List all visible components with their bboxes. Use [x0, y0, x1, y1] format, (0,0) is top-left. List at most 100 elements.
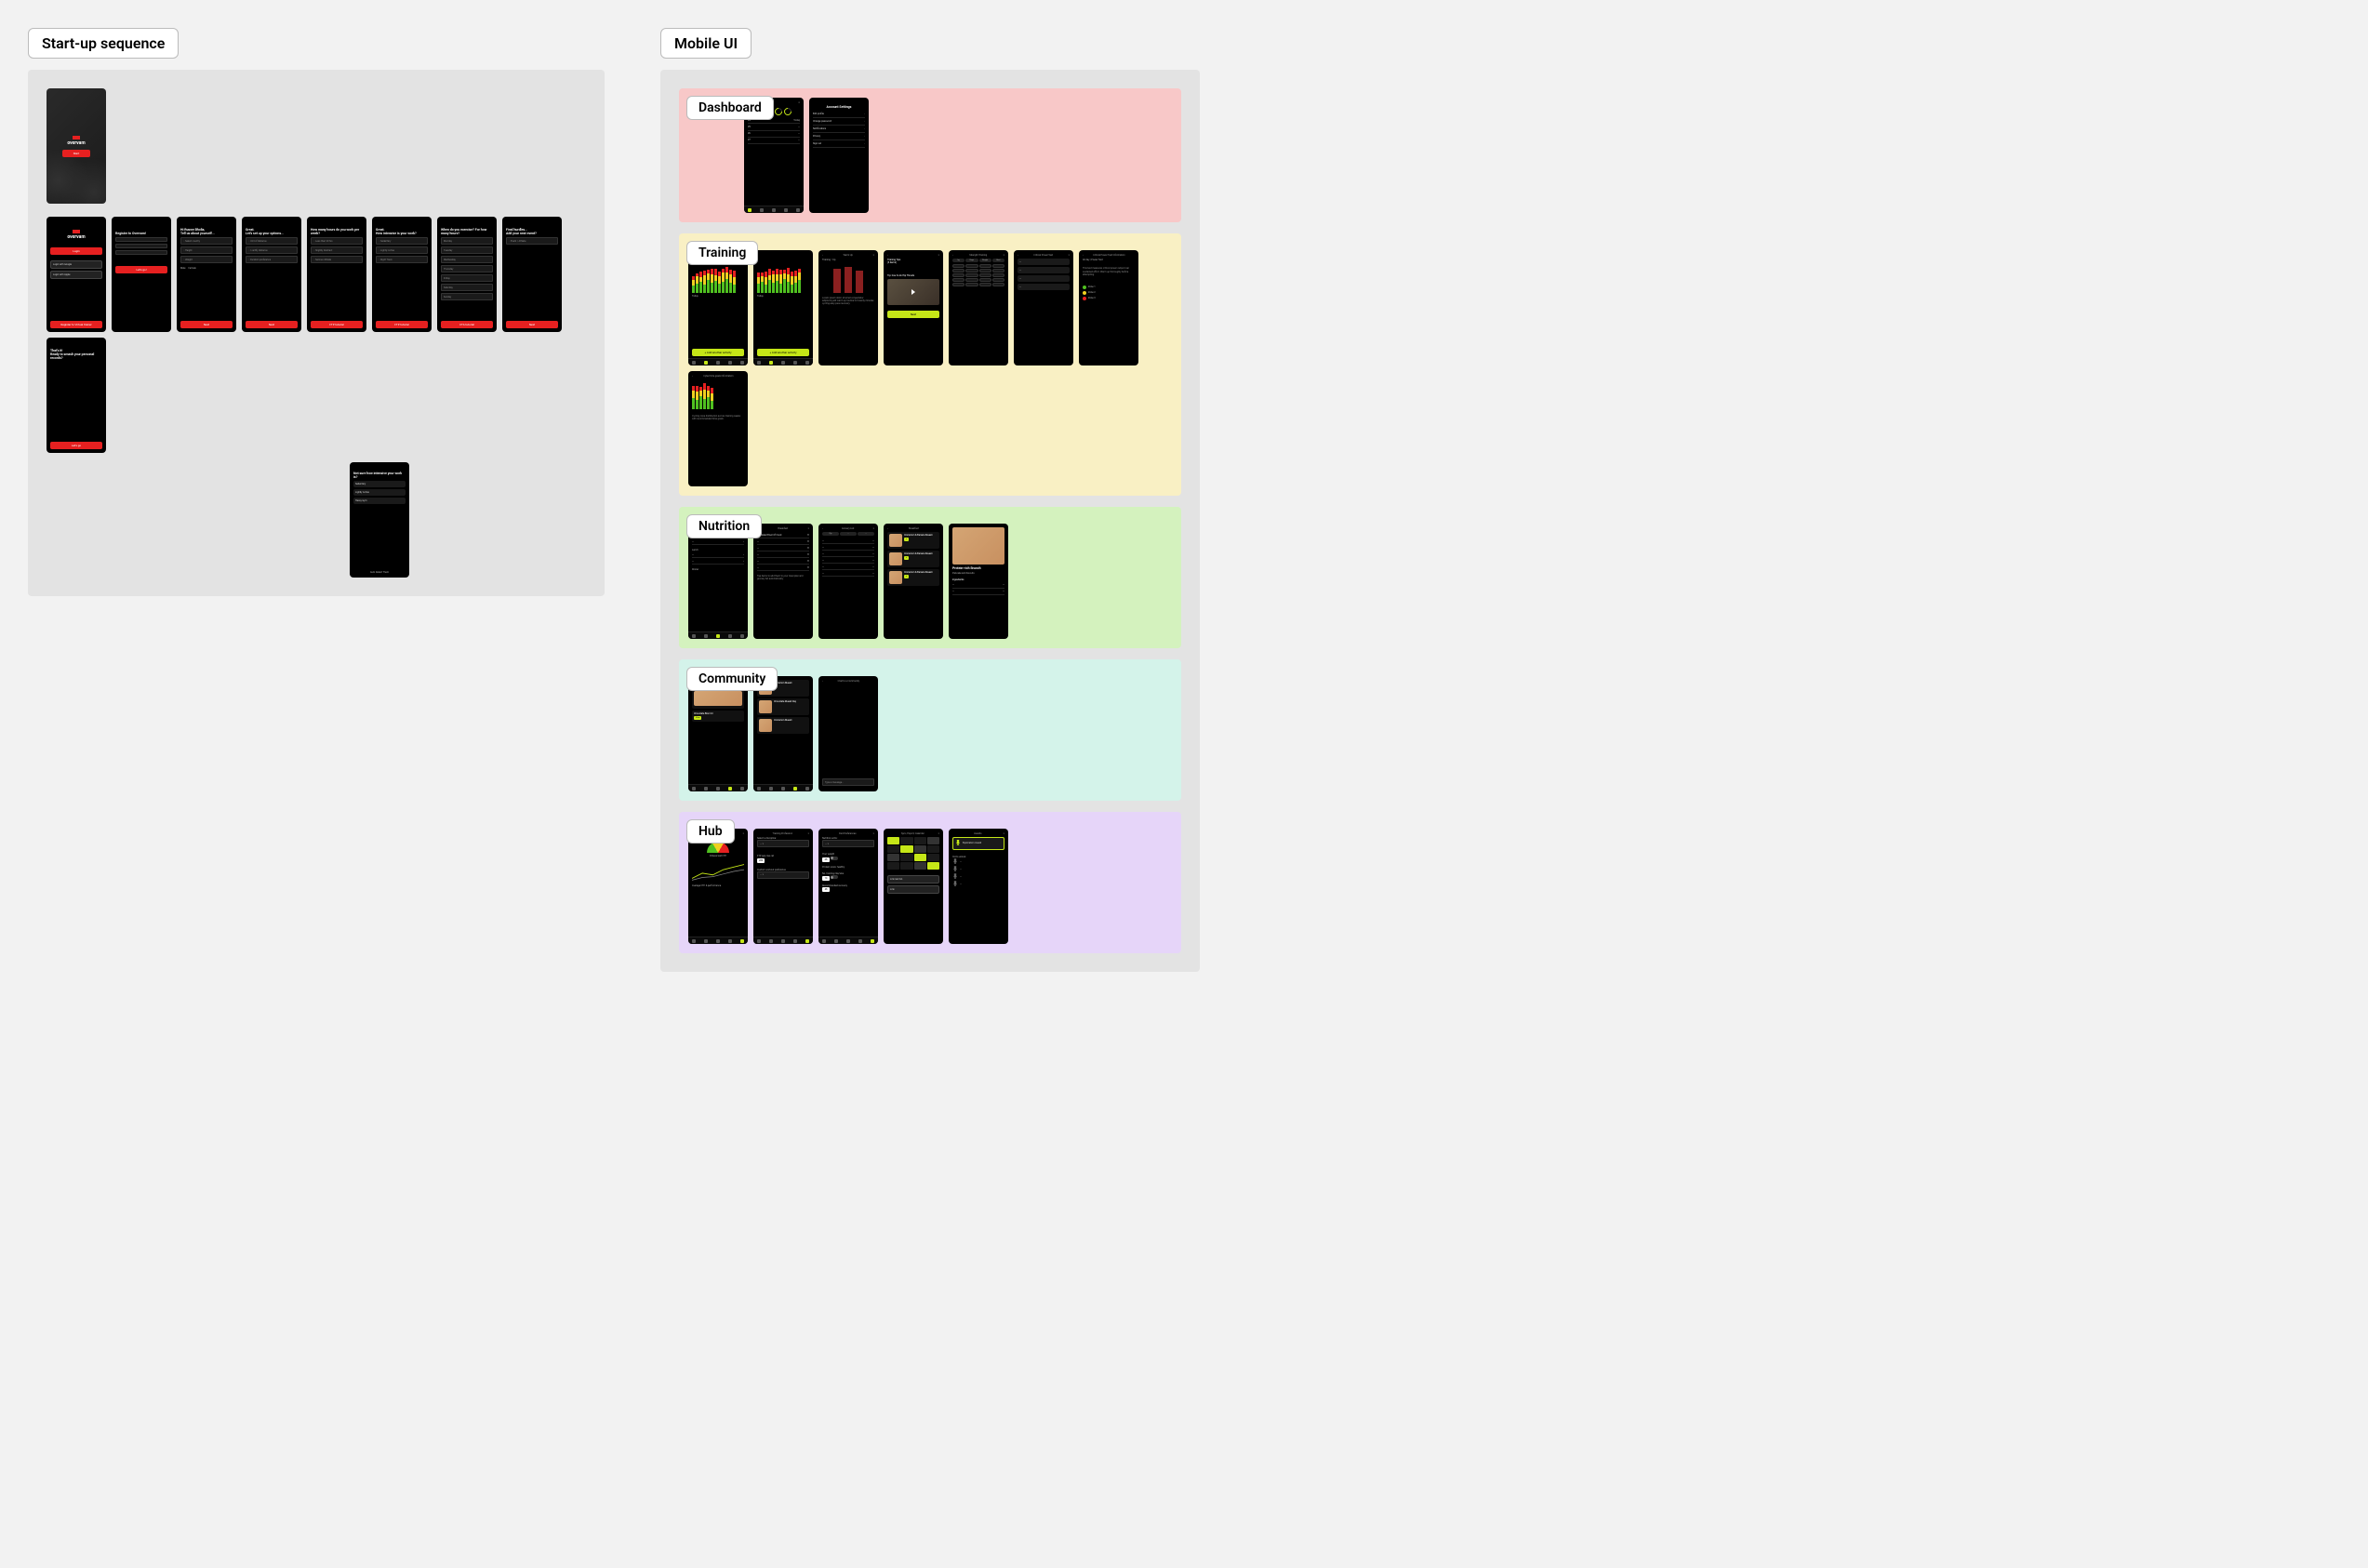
- tab-icon[interactable]: [728, 787, 732, 791]
- event-input[interactable]: Event / Athlete: [506, 237, 558, 245]
- discipline-select[interactable]: — ▾: [757, 840, 809, 847]
- email-field[interactable]: [115, 237, 167, 242]
- add-activity-button[interactable]: + Add another activity: [692, 349, 744, 356]
- cal-cell[interactable]: [914, 837, 926, 844]
- back-icon[interactable]: ‹: [887, 527, 888, 530]
- tab-icon[interactable]: [740, 361, 744, 365]
- post-card[interactable]: Chocolate Muesli Day: [757, 698, 809, 715]
- day-monday[interactable]: Monday: [441, 237, 493, 245]
- strength-cell[interactable]: [965, 283, 978, 286]
- day-number[interactable]: 26: [748, 132, 751, 135]
- login-google-button[interactable]: Login with Google: [50, 260, 102, 269]
- tab-icon[interactable]: [728, 939, 732, 943]
- cal-cell[interactable]: [914, 854, 926, 861]
- intensity2-opt1[interactable]: Sedentary: [353, 481, 406, 487]
- gender-male-radio[interactable]: Male: [180, 267, 185, 270]
- nutrition-unit-select[interactable]: — ▾: [822, 840, 874, 847]
- tab-icon[interactable]: [716, 939, 720, 943]
- smash-cta-button[interactable]: Let's go: [50, 442, 102, 449]
- tab-icon[interactable]: [692, 939, 696, 943]
- cal-cell[interactable]: [887, 845, 899, 853]
- tab-icon[interactable]: [769, 787, 773, 791]
- strength-cell[interactable]: [965, 278, 978, 282]
- strength-cell[interactable]: [992, 269, 1004, 272]
- tab-community-icon[interactable]: [784, 208, 788, 212]
- strength-cell[interactable]: [992, 278, 1004, 282]
- grocery-row[interactable]: ——: [822, 570, 874, 577]
- link-strava-button[interactable]: Link: [887, 885, 939, 894]
- strength-cell[interactable]: [965, 264, 978, 268]
- grocery-row[interactable]: ——: [822, 564, 874, 570]
- day-friday[interactable]: Friday: [441, 274, 493, 282]
- duration-pref-select[interactable]: Duration preference: [246, 256, 298, 263]
- cal-cell[interactable]: [887, 862, 899, 870]
- cal-cell[interactable]: [900, 862, 912, 870]
- add-button[interactable]: +: [904, 556, 909, 560]
- back-icon[interactable]: ‹: [1083, 254, 1084, 257]
- tab-icon[interactable]: [716, 634, 720, 638]
- cal-cell[interactable]: [927, 854, 939, 861]
- strength-cell[interactable]: [952, 283, 964, 286]
- strength-cell[interactable]: [952, 269, 964, 272]
- cal-cell[interactable]: [914, 862, 926, 870]
- tab-icon[interactable]: [834, 939, 838, 943]
- tab-icon[interactable]: [871, 939, 874, 943]
- strength-cell[interactable]: [952, 264, 964, 268]
- settings-change-password[interactable]: Change password: [813, 118, 865, 126]
- grocery-row[interactable]: ——: [822, 538, 874, 544]
- country-select[interactable]: Select country: [180, 237, 233, 245]
- back-icon[interactable]: ‹: [692, 375, 693, 378]
- register-cta-button[interactable]: Register to Virtual trainer: [50, 321, 102, 328]
- food-item[interactable]: —☐: [757, 551, 809, 558]
- strength-cell[interactable]: [979, 269, 991, 272]
- close-icon[interactable]: ×: [873, 254, 874, 257]
- weight-unit-toggle[interactable]: [831, 857, 838, 860]
- recov-value[interactable]: 48: [822, 887, 830, 892]
- tab-icon[interactable]: [805, 361, 809, 365]
- tab-icon[interactable]: [716, 361, 720, 365]
- back-icon[interactable]: ‹: [887, 254, 888, 257]
- confirm-password-field[interactable]: [115, 250, 167, 255]
- strength-cell[interactable]: [979, 278, 991, 282]
- back-icon[interactable]: ‹: [822, 254, 823, 257]
- close-icon[interactable]: ×: [808, 527, 809, 530]
- close-icon[interactable]: ×: [938, 832, 939, 835]
- strength-cell[interactable]: [992, 273, 1004, 277]
- tab-icon[interactable]: [757, 361, 761, 365]
- strength-cell[interactable]: [965, 273, 978, 277]
- strength-cell[interactable]: [965, 269, 978, 272]
- add-button[interactable]: +: [904, 575, 909, 578]
- tab-icon[interactable]: [769, 361, 773, 365]
- strength-cell[interactable]: [979, 264, 991, 268]
- food-item[interactable]: —☐: [757, 545, 809, 551]
- intensity2-footer[interactable]: Auto Detect Them: [353, 571, 406, 574]
- about-next-button[interactable]: Next: [180, 321, 233, 328]
- tab-icon[interactable]: [740, 939, 744, 943]
- back-icon[interactable]: ‹: [822, 680, 823, 683]
- settings-privacy[interactable]: Privacy: [813, 133, 865, 140]
- tab-icon[interactable]: [805, 787, 809, 791]
- grocery-row[interactable]: ——: [822, 551, 874, 557]
- recipe-card[interactable]: Cinnamon & Banana Muesli+: [887, 569, 939, 586]
- add-button[interactable]: +: [904, 538, 909, 541]
- cal-cell[interactable]: [914, 845, 926, 853]
- strength-cell[interactable]: [952, 278, 964, 282]
- tab-icon[interactable]: [740, 787, 744, 791]
- menu-icon[interactable]: ≡: [799, 101, 800, 104]
- hours-opt2[interactable]: Slightly Abstract: [311, 246, 363, 254]
- warmup-next-button[interactable]: Next: [887, 311, 939, 318]
- options-next-button[interactable]: Next: [246, 321, 298, 328]
- day-number[interactable]: 27: [748, 139, 751, 141]
- tab-icon[interactable]: [692, 787, 696, 791]
- intensity2-opt3[interactable]: Heavy Gym: [353, 498, 406, 504]
- cpt-option[interactable]: —: [1018, 275, 1070, 282]
- tab-hub-icon[interactable]: [796, 208, 800, 212]
- day-number[interactable]: 25: [748, 126, 751, 128]
- cpt-option[interactable]: —: [1018, 259, 1070, 265]
- meal-row[interactable]: —›: [692, 558, 744, 565]
- password-field[interactable]: [115, 244, 167, 248]
- back-icon[interactable]: ‹: [952, 254, 953, 257]
- tab-icon[interactable]: [858, 939, 862, 943]
- tab-icon[interactable]: [846, 939, 850, 943]
- settings-edit-profile[interactable]: Edit profile: [813, 111, 865, 118]
